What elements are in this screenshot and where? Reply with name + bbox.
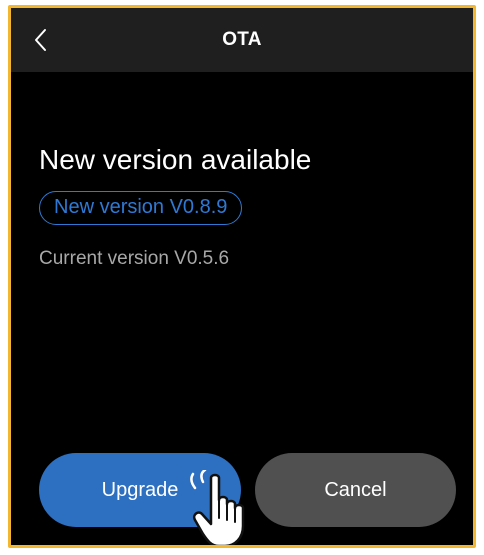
- page-title: OTA: [222, 29, 262, 50]
- new-version-badge: New version V0.8.9: [39, 191, 243, 225]
- upgrade-button[interactable]: Upgrade: [39, 453, 241, 527]
- device-screen: OTA New version available New version V0…: [8, 5, 476, 548]
- current-version-text: Current version V0.5.6: [39, 248, 230, 269]
- top-bar: OTA: [11, 8, 473, 72]
- update-heading: New version available: [39, 144, 312, 175]
- cancel-button[interactable]: Cancel: [255, 453, 456, 527]
